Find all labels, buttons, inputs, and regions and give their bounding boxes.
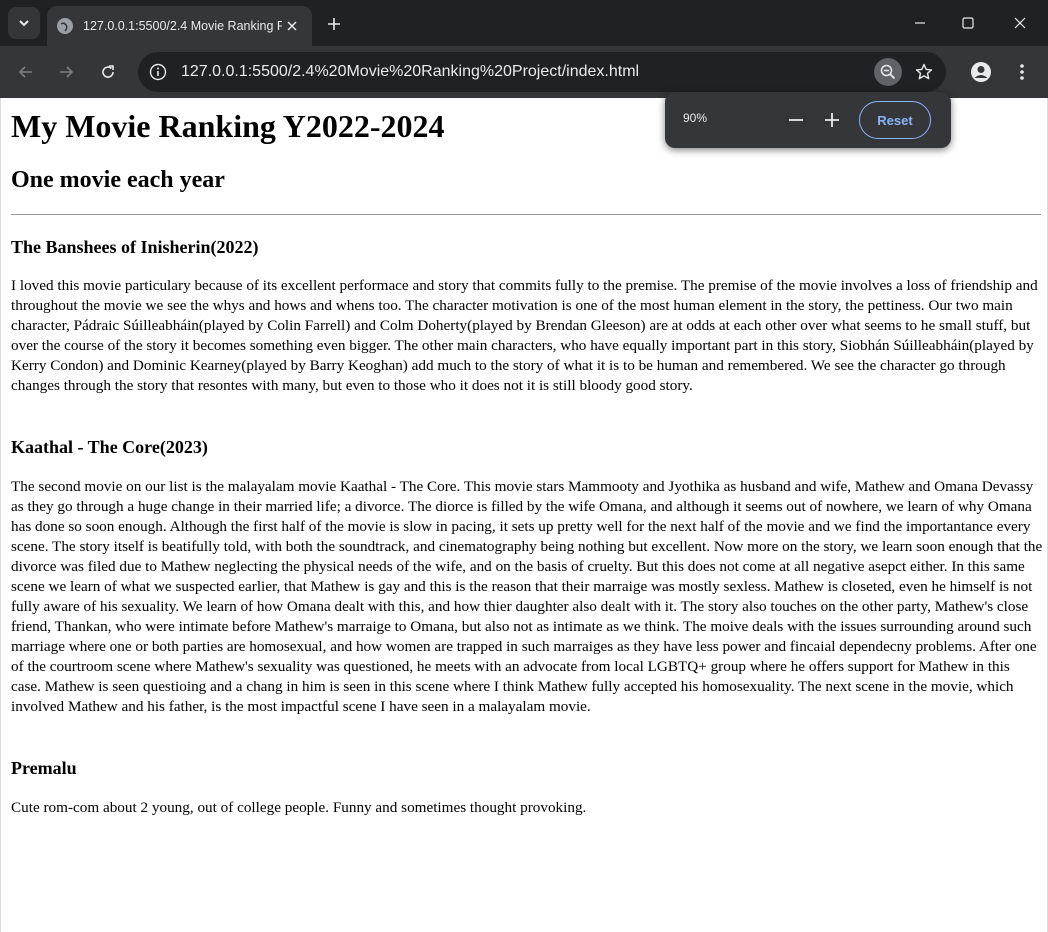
browser-tab[interactable]: 127.0.0.1:5500/2.4 Movie Ranking Project: [47, 6, 312, 46]
movie-review: I loved this movie particulary because o…: [11, 277, 1038, 394]
minimize-icon: [915, 22, 925, 24]
more-vertical-icon[interactable]: [1010, 59, 1034, 85]
arrow-right-icon: [60, 66, 74, 78]
browser-toolbar: 127.0.0.1:5500/2.4%20Movie%20Ranking%20P…: [0, 46, 1048, 98]
zoom-in-button[interactable]: [818, 106, 846, 134]
movie-review: Cute rom-com about 2 young, out of colle…: [11, 799, 587, 816]
star-icon[interactable]: [912, 60, 936, 84]
tab-title: 127.0.0.1:5500/2.4 Movie Ranking Project: [83, 19, 282, 33]
movie-heading: Kaathal - The Core(2023): [11, 437, 208, 457]
zoom-level: 90%: [683, 111, 708, 125]
page-title: My Movie Ranking Y2022-2024: [11, 108, 445, 144]
tab-strip: 127.0.0.1:5500/2.4 Movie Ranking Project: [0, 0, 1048, 46]
tab-search-button[interactable]: [8, 7, 40, 39]
page-subtitle: One movie each year: [11, 167, 225, 193]
site-info-icon[interactable]: [146, 60, 170, 84]
reload-button[interactable]: [94, 58, 122, 86]
minimize-button[interactable]: [896, 0, 944, 46]
zoom-popup: 90% Reset: [665, 92, 951, 148]
minus-icon: [789, 119, 803, 121]
zoom-out-icon[interactable]: [874, 58, 902, 86]
divider: [11, 214, 1041, 215]
person-icon[interactable]: [968, 59, 994, 85]
plus-icon: [328, 18, 340, 30]
address-bar[interactable]: 127.0.0.1:5500/2.4%20Movie%20Ranking%20P…: [138, 52, 946, 92]
close-window-button[interactable]: [996, 0, 1044, 46]
plus-icon: [825, 113, 839, 127]
new-tab-button[interactable]: [322, 12, 346, 36]
arrow-left-icon: [18, 66, 32, 78]
movie-heading: The Banshees of Inisherin(2022): [11, 237, 259, 257]
forward-button[interactable]: [52, 58, 80, 86]
web-page: My Movie Ranking Y2022-2024 One movie ea…: [0, 98, 1048, 932]
movie-review: The second movie on our list is the mala…: [11, 478, 1043, 715]
maximize-button[interactable]: [944, 0, 992, 46]
globe-icon: [57, 18, 73, 34]
reset-zoom-button[interactable]: Reset: [859, 101, 931, 139]
movie-heading: Premalu: [11, 758, 77, 778]
back-button[interactable]: [12, 58, 40, 86]
close-icon[interactable]: [282, 16, 302, 36]
chevron-down-icon: [19, 20, 29, 27]
close-window-icon: [1014, 17, 1026, 29]
reload-icon: [102, 65, 114, 78]
maximize-icon: [962, 17, 974, 29]
zoom-out-button[interactable]: [782, 106, 810, 134]
url-text[interactable]: 127.0.0.1:5500/2.4%20Movie%20Ranking%20P…: [181, 63, 639, 81]
